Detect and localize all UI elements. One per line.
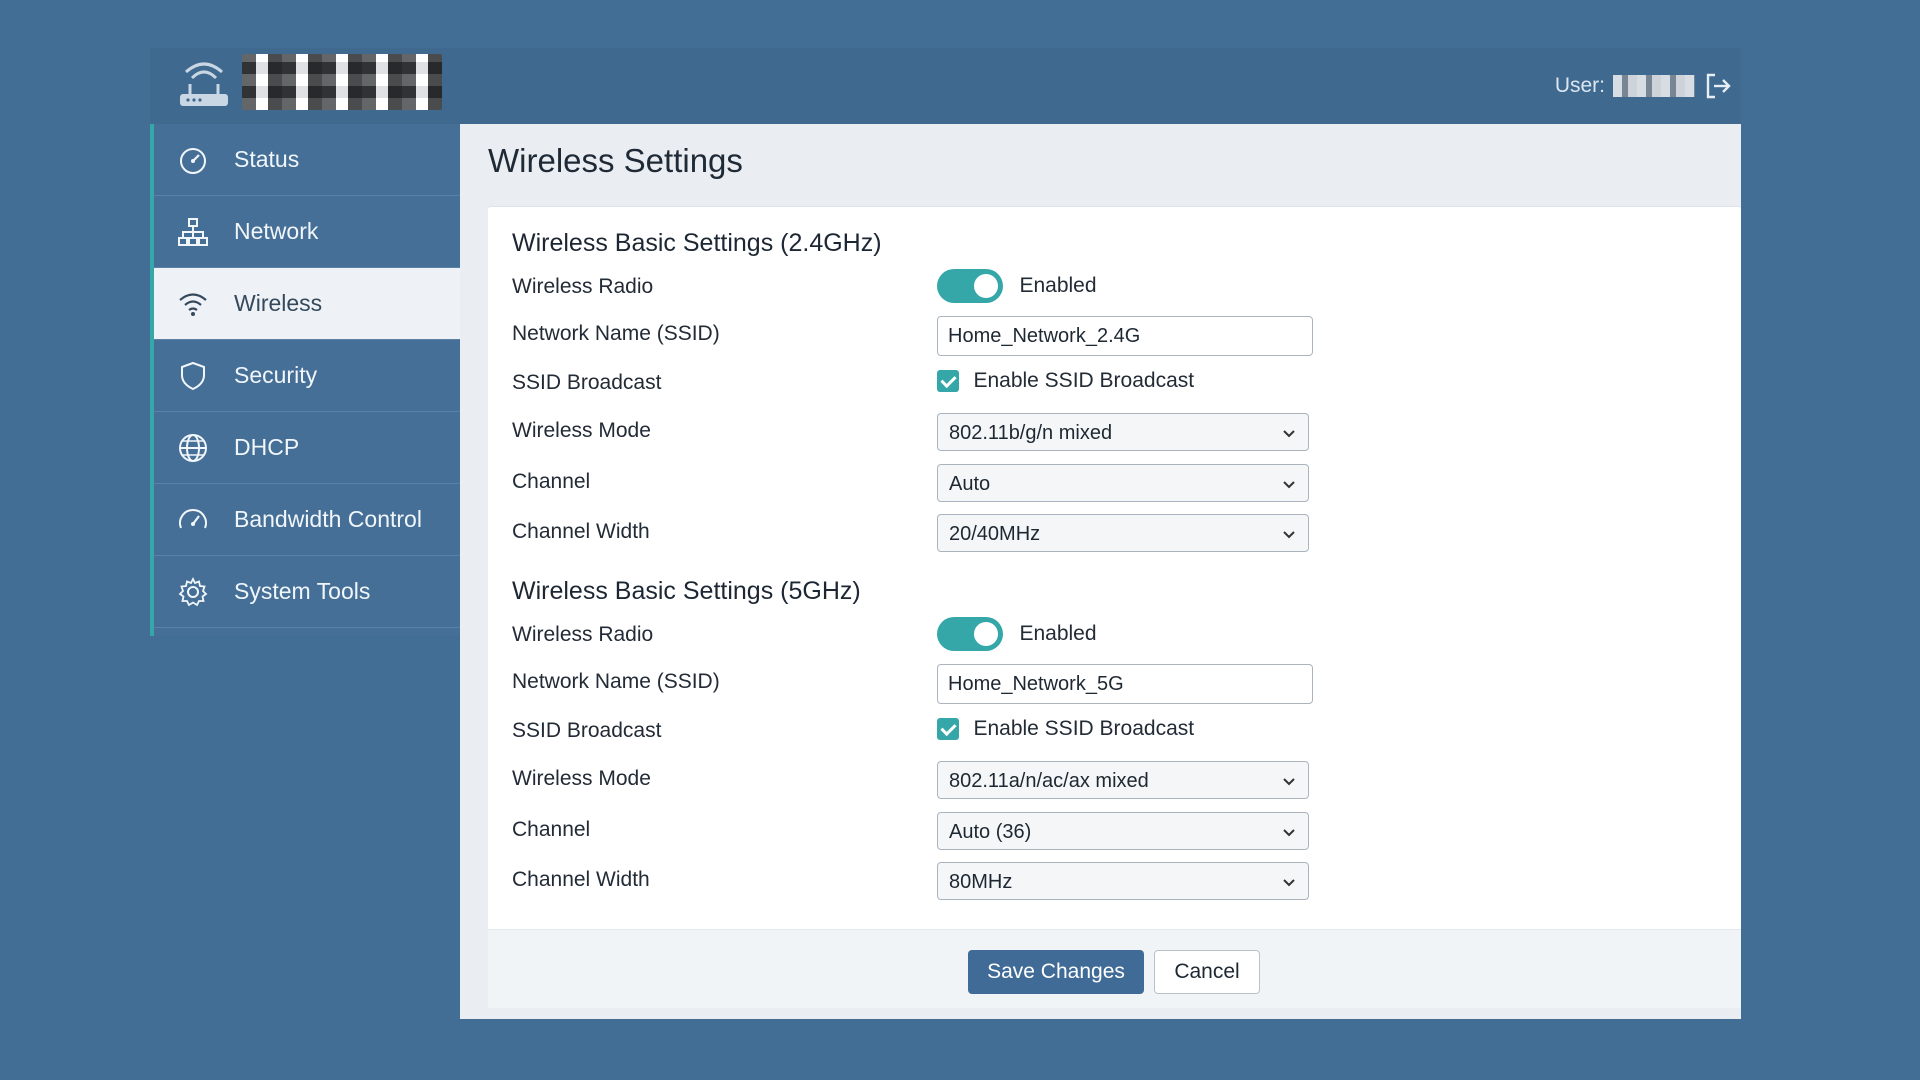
sidebar-item-system-tools[interactable]: System Tools bbox=[154, 556, 464, 628]
select-value: Auto (36) bbox=[949, 821, 1032, 843]
chevron-down-icon bbox=[1283, 481, 1295, 489]
field-label: Network Name (SSID) bbox=[512, 670, 720, 693]
row-ssid-broadcast-2g: SSID Broadcast Enable SSID Broadcast bbox=[512, 365, 1412, 403]
channel-select-2g[interactable]: Auto bbox=[937, 464, 1309, 502]
checkbox-label: Enable SSID Broadcast bbox=[973, 717, 1195, 740]
wireless-mode-select-2g[interactable]: 802.11b/g/n mixed bbox=[937, 413, 1309, 451]
network-tree-icon bbox=[176, 215, 210, 249]
field-label: Wireless Radio bbox=[512, 623, 654, 646]
channel-width-select-2g[interactable]: 20/40MHz bbox=[937, 514, 1309, 552]
sidebar-item-bandwidth-control[interactable]: Bandwidth Control bbox=[154, 484, 464, 556]
main-content: Wireless Settings Wireless Basic Setting… bbox=[460, 124, 1741, 1019]
field-label: Wireless Radio bbox=[512, 275, 654, 298]
save-changes-button[interactable]: Save Changes bbox=[968, 950, 1144, 994]
wireless-radio-toggle-5g[interactable] bbox=[937, 617, 1003, 651]
field-label: Channel Width bbox=[512, 868, 650, 891]
wifi-icon bbox=[176, 287, 210, 321]
row-channel-width-5g: Channel Width 80MHz bbox=[512, 862, 1412, 900]
field-label: Wireless Mode bbox=[512, 419, 651, 442]
field-label: Wireless Mode bbox=[512, 767, 651, 790]
chevron-down-icon bbox=[1283, 829, 1295, 837]
toggle-state-text: Enabled bbox=[1019, 274, 1097, 297]
row-channel-width-2g: Channel Width 20/40MHz bbox=[512, 514, 1412, 552]
form-footer: Save Changes Cancel bbox=[488, 929, 1741, 1008]
gear-icon bbox=[176, 575, 210, 609]
page-title: Wireless Settings bbox=[488, 142, 743, 179]
sidebar-item-label: Network bbox=[234, 218, 319, 244]
router-admin-window: User: Status Network Wireless Security D… bbox=[150, 48, 1741, 1019]
ssid-input-5g[interactable] bbox=[937, 664, 1313, 704]
row-ssid-broadcast-5g: SSID Broadcast Enable SSID Broadcast bbox=[512, 713, 1412, 751]
ssid-broadcast-checkbox-5g[interactable] bbox=[937, 718, 959, 740]
speedometer-icon bbox=[176, 143, 210, 177]
logout-icon[interactable] bbox=[1703, 71, 1733, 101]
chevron-down-icon bbox=[1283, 879, 1295, 887]
field-label: Channel bbox=[512, 470, 591, 493]
sidebar-item-security[interactable]: Security bbox=[154, 340, 464, 412]
field-label: SSID Broadcast bbox=[512, 719, 662, 742]
select-value: 802.11b/g/n mixed bbox=[949, 422, 1113, 444]
channel-width-select-5g[interactable]: 80MHz bbox=[937, 862, 1309, 900]
wireless-mode-select-5g[interactable]: 802.11a/n/ac/ax mixed bbox=[937, 761, 1309, 799]
row-channel-5g: Channel Auto (36) bbox=[512, 812, 1412, 850]
section-title-5g: Wireless Basic Settings (5GHz) bbox=[512, 577, 861, 605]
cancel-button[interactable]: Cancel bbox=[1154, 950, 1260, 994]
row-wireless-mode-5g: Wireless Mode 802.11a/n/ac/ax mixed bbox=[512, 761, 1412, 799]
row-ssid-5g: Network Name (SSID) bbox=[512, 664, 1412, 704]
field-label: Network Name (SSID) bbox=[512, 322, 720, 345]
sidebar-item-status[interactable]: Status bbox=[154, 124, 464, 196]
sidebar-item-network[interactable]: Network bbox=[154, 196, 464, 268]
field-label: SSID Broadcast bbox=[512, 371, 662, 394]
sidebar-item-label: Bandwidth Control bbox=[234, 506, 422, 532]
sidebar-item-label: Status bbox=[234, 146, 300, 172]
user-area: User: bbox=[1555, 66, 1741, 106]
row-ssid-2g: Network Name (SSID) bbox=[512, 316, 1412, 356]
row-wireless-radio-2g: Wireless Radio Enabled bbox=[512, 269, 1412, 307]
field-label: Channel Width bbox=[512, 520, 650, 543]
row-wireless-mode-2g: Wireless Mode 802.11b/g/n mixed bbox=[512, 413, 1412, 451]
sidebar-item-label: DHCP bbox=[234, 434, 300, 460]
gauge-icon bbox=[176, 503, 210, 537]
sidebar-item-label: Wireless bbox=[234, 290, 323, 316]
ssid-input-2g[interactable] bbox=[937, 316, 1313, 356]
row-wireless-radio-5g: Wireless Radio Enabled bbox=[512, 617, 1412, 655]
globe-icon bbox=[176, 431, 210, 465]
checkbox-label: Enable SSID Broadcast bbox=[973, 369, 1195, 392]
ssid-broadcast-checkbox-2g[interactable] bbox=[937, 370, 959, 392]
radio-toggle-group-2g: Enabled bbox=[937, 269, 1097, 303]
select-value: 802.11a/n/ac/ax mixed bbox=[949, 770, 1149, 792]
sidebar-item-dhcp[interactable]: DHCP bbox=[154, 412, 464, 484]
chevron-down-icon bbox=[1283, 778, 1295, 786]
user-label: User: bbox=[1554, 74, 1605, 97]
toggle-state-text: Enabled bbox=[1019, 622, 1097, 645]
section-title-2g: Wireless Basic Settings (2.4GHz) bbox=[512, 229, 882, 257]
field-label: Channel bbox=[512, 818, 591, 841]
brand-logo-redacted bbox=[242, 54, 442, 110]
sidebar-nav: Status Network Wireless Security DHCP Ba… bbox=[150, 124, 464, 636]
chevron-down-icon bbox=[1283, 531, 1295, 539]
shield-icon bbox=[176, 359, 210, 393]
sidebar-item-wireless[interactable]: Wireless bbox=[154, 268, 464, 340]
channel-select-5g[interactable]: Auto (36) bbox=[937, 812, 1309, 850]
select-value: 20/40MHz bbox=[949, 523, 1041, 545]
username-redacted bbox=[1613, 75, 1695, 97]
radio-toggle-group-5g: Enabled bbox=[937, 617, 1097, 651]
sidebar-item-label: Security bbox=[234, 362, 318, 388]
wireless-radio-toggle-2g[interactable] bbox=[937, 269, 1003, 303]
settings-card: Wireless Basic Settings (2.4GHz) Wireles… bbox=[488, 206, 1741, 1008]
router-icon bbox=[180, 62, 228, 106]
select-value: Auto bbox=[949, 473, 991, 495]
row-channel-2g: Channel Auto bbox=[512, 464, 1412, 502]
select-value: 80MHz bbox=[949, 871, 1013, 893]
chevron-down-icon bbox=[1283, 430, 1295, 438]
top-bar: User: bbox=[150, 48, 1741, 125]
sidebar-item-label: System Tools bbox=[234, 578, 371, 604]
